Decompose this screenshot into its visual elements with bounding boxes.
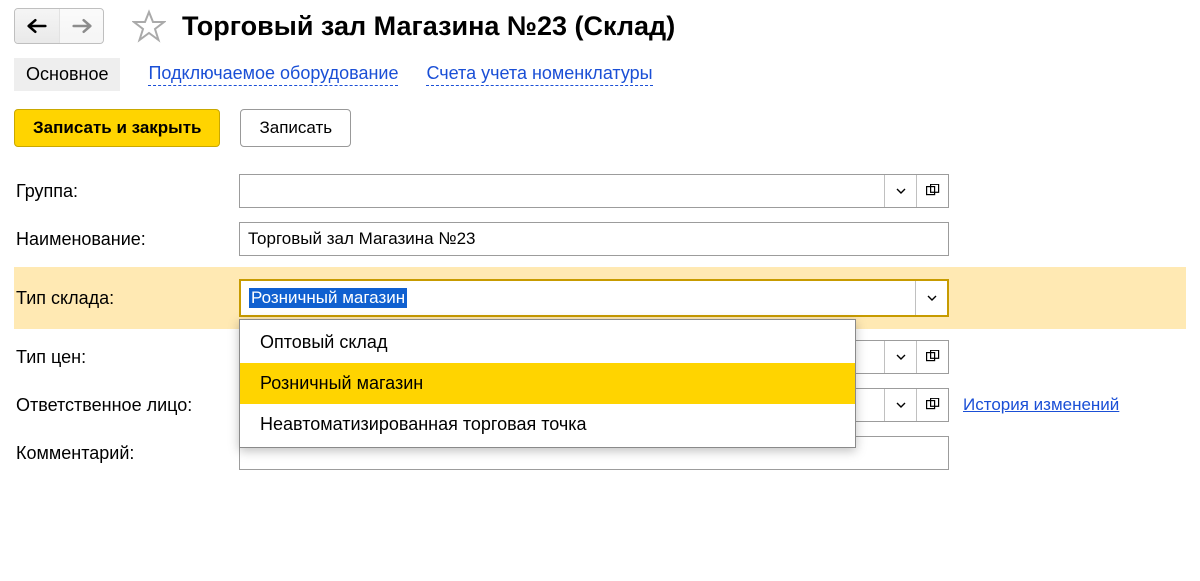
warehouse-type-dropdown-list: Оптовый склад Розничный магазин Неавтома…	[239, 319, 856, 448]
save-and-close-button[interactable]: Записать и закрыть	[14, 109, 220, 147]
chevron-down-icon	[896, 186, 906, 196]
group-open-button[interactable]	[916, 175, 948, 207]
warehouse-type-label: Тип склада:	[14, 288, 239, 309]
row-name: Наименование: Торговый зал Магазина №23	[14, 215, 1186, 263]
open-reference-icon	[926, 350, 940, 364]
history-link[interactable]: История изменений	[963, 395, 1119, 414]
nav-buttons	[14, 8, 104, 44]
price-type-open-button[interactable]	[916, 341, 948, 373]
warehouse-type-select[interactable]: Розничный магазин	[239, 279, 949, 317]
tab-main[interactable]: Основное	[14, 58, 120, 91]
tab-equipment[interactable]: Подключаемое оборудование	[148, 63, 398, 86]
forward-button[interactable]	[59, 9, 103, 43]
group-label: Группа:	[14, 181, 239, 202]
group-select[interactable]	[239, 174, 949, 208]
save-button[interactable]: Записать	[240, 109, 351, 147]
responsible-open-button[interactable]	[916, 389, 948, 421]
action-buttons: Записать и закрыть Записать	[14, 109, 1186, 147]
favorite-toggle[interactable]	[132, 9, 166, 43]
row-group: Группа:	[14, 167, 1186, 215]
form: Группа: Наименование: Торговый зал Маг	[14, 167, 1186, 477]
group-value	[240, 175, 884, 207]
arrow-right-icon	[72, 17, 92, 35]
warehouse-type-value: Розничный магазин	[241, 281, 915, 315]
tab-accounts[interactable]: Счета учета номенклатуры	[426, 63, 652, 86]
comment-label: Комментарий:	[14, 443, 239, 464]
name-input[interactable]: Торговый зал Магазина №23	[239, 222, 949, 256]
warehouse-type-option-0[interactable]: Оптовый склад	[240, 322, 855, 363]
open-reference-icon	[926, 398, 940, 412]
chevron-down-icon	[927, 293, 937, 303]
price-type-label: Тип цен:	[14, 347, 239, 368]
page-title: Торговый зал Магазина №23 (Склад)	[182, 11, 675, 42]
header-bar: Торговый зал Магазина №23 (Склад)	[14, 8, 1186, 44]
warehouse-type-option-1[interactable]: Розничный магазин	[240, 363, 855, 404]
name-value: Торговый зал Магазина №23	[240, 223, 948, 255]
arrow-left-icon	[27, 17, 47, 35]
chevron-down-icon	[896, 352, 906, 362]
responsible-dropdown-button[interactable]	[884, 389, 916, 421]
star-outline-icon	[132, 9, 166, 43]
section-tabs: Основное Подключаемое оборудование Счета…	[14, 58, 1186, 91]
open-reference-icon	[926, 184, 940, 198]
group-dropdown-button[interactable]	[884, 175, 916, 207]
chevron-down-icon	[896, 400, 906, 410]
price-type-dropdown-button[interactable]	[884, 341, 916, 373]
back-button[interactable]	[15, 9, 59, 43]
row-warehouse-type: Тип склада: Розничный магазин Оптовый ск…	[14, 267, 1186, 329]
name-label: Наименование:	[14, 229, 239, 250]
warehouse-type-selected-text: Розничный магазин	[249, 288, 407, 308]
responsible-label: Ответственное лицо:	[14, 395, 239, 416]
responsible-aux: История изменений	[963, 395, 1119, 415]
warehouse-type-dropdown-button[interactable]	[915, 281, 947, 315]
warehouse-type-option-2[interactable]: Неавтоматизированная торговая точка	[240, 404, 855, 445]
